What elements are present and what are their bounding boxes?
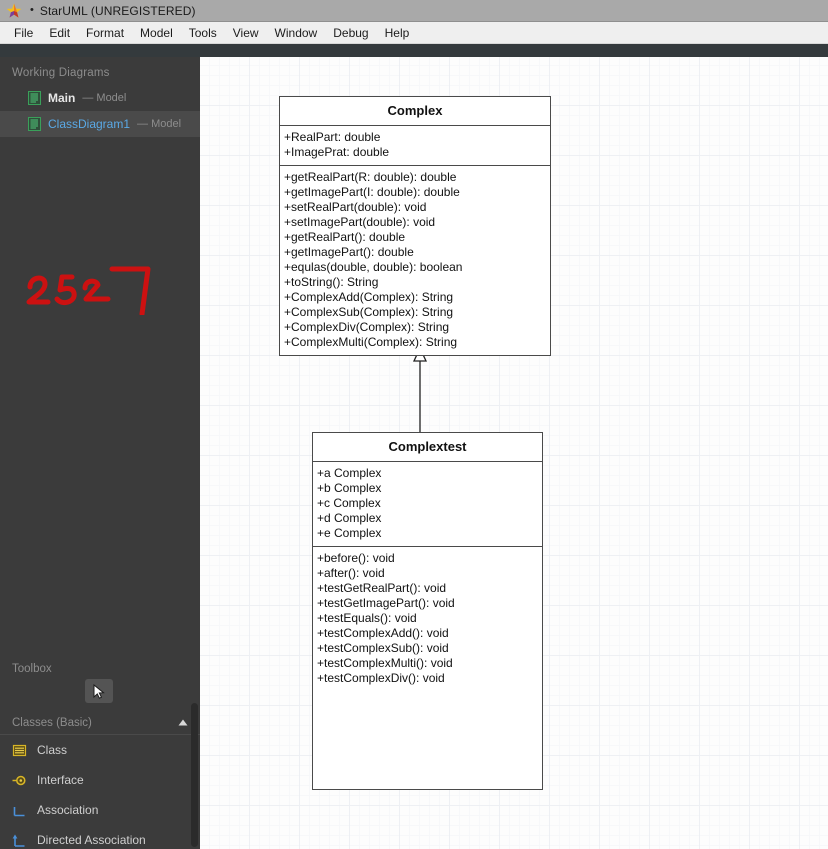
menu-item-tools[interactable]: Tools	[181, 24, 225, 42]
uml-operation: +ComplexDiv(Complex): String	[284, 320, 450, 334]
uml-class-complextest-name: Complextest	[313, 433, 542, 462]
menu-bar: File Edit Format Model Tools View Window…	[0, 22, 828, 44]
menu-item-edit[interactable]: Edit	[41, 24, 78, 42]
uml-class-complex-attributes: +RealPart: double +ImagePrat: double	[280, 126, 550, 166]
tool-item-directed-association[interactable]: Directed Association	[0, 825, 200, 849]
tool-item-interface[interactable]: Interface	[0, 765, 200, 795]
class-icon	[12, 744, 27, 756]
tool-item-class[interactable]: Class	[0, 735, 200, 765]
directed-association-icon	[12, 834, 25, 847]
uml-operation: +equlas(double, double): boolean	[284, 260, 463, 274]
uml-attribute: +d Complex	[317, 511, 382, 525]
interface-icon	[12, 775, 26, 785]
uml-attribute: +ImagePrat: double	[284, 145, 390, 159]
uml-class-complex[interactable]: Complex +RealPart: double +ImagePrat: do…	[279, 96, 551, 356]
tool-item-class-label: Class	[37, 743, 68, 757]
staruml-star-icon	[6, 3, 22, 18]
uml-operation: +testComplexAdd(): void	[317, 626, 449, 640]
tool-item-interface-label: Interface	[37, 773, 84, 787]
tool-item-association[interactable]: Association	[0, 795, 200, 825]
menu-item-help[interactable]: Help	[377, 24, 418, 42]
uml-operation: +testGetRealPart(): void	[317, 581, 447, 595]
sidebar-item-classdiagram1-sub: — Model	[137, 118, 182, 130]
uml-attribute: +c Complex	[317, 496, 381, 510]
diagram-icon	[28, 117, 41, 131]
uml-operation: +getImagePart(I: double): double	[284, 185, 460, 199]
staruml-window: • StarUML (UNREGISTERED) File Edit Forma…	[0, 0, 828, 849]
uml-class-complex-operations: +getRealPart(R: double): double +getImag…	[280, 166, 550, 355]
menu-item-model[interactable]: Model	[132, 24, 181, 42]
generalization-connector[interactable]	[400, 347, 440, 437]
uml-operation: +ComplexAdd(Complex): String	[284, 290, 454, 304]
uml-operation: +before(): void	[317, 551, 395, 565]
sidebar-item-main[interactable]: Main — Model	[0, 85, 200, 111]
uml-operation: +setRealPart(double): void	[284, 200, 427, 214]
uml-operation: +ComplexSub(Complex): String	[284, 305, 454, 319]
diagram-icon	[28, 91, 41, 105]
uml-class-complextest-attributes: +a Complex +b Complex +c Complex +d Comp…	[313, 462, 542, 547]
uml-operation: +getImagePart(): double	[284, 245, 414, 259]
uml-operation: +testComplexSub(): void	[317, 641, 449, 655]
uml-operation: +ComplexMulti(Complex): String	[284, 335, 458, 349]
toolbox-title: Toolbox	[12, 663, 52, 675]
uml-operation: +testGetImagePart(): void	[317, 596, 455, 610]
uml-attribute: +e Complex	[317, 526, 382, 540]
uml-operation: +getRealPart(): double	[284, 230, 406, 244]
uml-attribute: +a Complex	[317, 466, 382, 480]
pointer-tool-button[interactable]	[85, 679, 113, 703]
working-diagrams-header: Working Diagrams	[12, 67, 110, 79]
menu-item-view[interactable]: View	[225, 24, 267, 42]
uml-operation: +toString(): String	[284, 275, 379, 289]
tool-item-directed-association-label: Directed Association	[37, 833, 146, 847]
menu-item-window[interactable]: Window	[267, 24, 326, 42]
uml-class-complextest[interactable]: Complextest +a Complex +b Complex +c Com…	[312, 432, 543, 790]
toolbox-pointer-row	[0, 675, 200, 711]
menu-item-format[interactable]: Format	[78, 24, 132, 42]
toolbar-strip	[0, 44, 828, 57]
title-modified-dot: •	[30, 4, 34, 16]
sidebar-item-main-label: Main	[48, 91, 76, 105]
uml-attribute: +RealPart: double	[284, 130, 381, 144]
toolbox-scrollbar[interactable]	[191, 703, 198, 847]
menu-item-file[interactable]: File	[6, 24, 41, 42]
uml-attribute: +b Complex	[317, 481, 382, 495]
tool-item-association-label: Association	[37, 803, 99, 817]
uml-operation: +setImagePart(double): void	[284, 215, 436, 229]
chevron-up-icon[interactable]	[178, 719, 188, 726]
association-icon	[13, 806, 25, 816]
title-bar: • StarUML (UNREGISTERED)	[0, 0, 828, 22]
sidebar-item-classdiagram1[interactable]: ClassDiagram1 — Model	[0, 111, 200, 137]
uml-operation: +getRealPart(R: double): double	[284, 170, 457, 184]
diagram-canvas[interactable]: Complex +RealPart: double +ImagePrat: do…	[200, 57, 828, 849]
sidebar-item-main-sub: — Model	[82, 92, 127, 104]
uml-class-complextest-operations: +before(): void +after(): void +testGetR…	[313, 547, 542, 691]
window-title: StarUML (UNREGISTERED)	[39, 3, 196, 18]
uml-operation: +after(): void	[317, 566, 385, 580]
uml-class-complex-name: Complex	[280, 97, 550, 126]
toolbox-group-classes-basic[interactable]: Classes (Basic)	[0, 711, 200, 735]
toolbox-group-label: Classes (Basic)	[12, 716, 92, 729]
uml-operation: +testComplexDiv(): void	[317, 671, 445, 685]
sidebar-item-classdiagram1-label: ClassDiagram1	[48, 117, 131, 131]
handwritten-annotation	[26, 266, 151, 315]
uml-operation: +testComplexMulti(): void	[317, 656, 453, 670]
toolbox-panel: Toolbox Classes (Basic) Class Interface …	[0, 655, 200, 849]
uml-operation: +testEquals(): void	[317, 611, 417, 625]
pointer-cursor-icon	[93, 683, 105, 699]
menu-item-debug[interactable]: Debug	[325, 24, 376, 42]
